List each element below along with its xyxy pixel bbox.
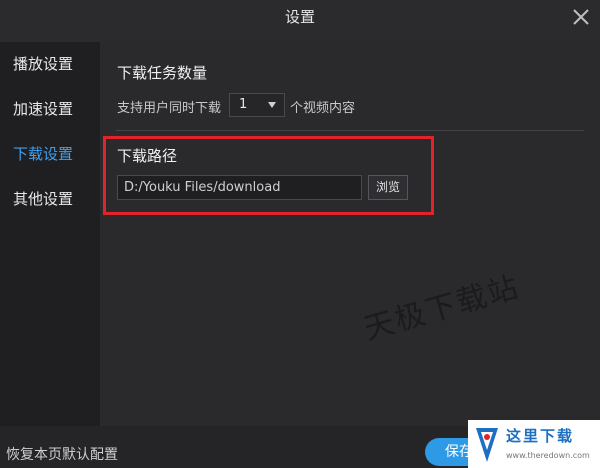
download-settings-panel: 下载任务数量 支持用户同时下载 1 个视频内容 下载路径 D:/Youku Fi… [100, 42, 600, 426]
download-tasks-prefix: 支持用户同时下载 [117, 101, 222, 116]
section-divider [116, 130, 584, 131]
sidebar-item-other[interactable]: 其他设置 [13, 188, 73, 209]
restore-defaults-link[interactable]: 恢复本页默认配置 [6, 444, 118, 464]
window-title: 设置 [284, 8, 315, 26]
chevron-down-icon [268, 102, 276, 108]
site-badge-url: www.theredown.com [506, 451, 590, 460]
site-badge: 这里下载 www.theredown.com [468, 420, 600, 468]
settings-sidebar: 播放设置 加速设置 下载设置 其他设置 [0, 42, 100, 426]
download-tasks-suffix: 个视频内容 [290, 101, 356, 116]
sidebar-item-acceleration[interactable]: 加速设置 [13, 98, 73, 119]
download-path-title: 下载路径 [117, 147, 178, 165]
site-logo-icon [476, 428, 498, 462]
close-button[interactable] [568, 4, 594, 30]
download-tasks-title: 下载任务数量 [117, 64, 208, 82]
sidebar-item-download[interactable]: 下载设置 [13, 143, 73, 164]
site-badge-text: 这里下载 [506, 427, 575, 445]
watermark-text: 天极下载站 [360, 269, 524, 348]
close-icon [573, 9, 589, 25]
download-path-input[interactable]: D:/Youku Files/download [117, 175, 362, 200]
browse-button[interactable]: 浏览 [368, 175, 408, 200]
task-count-value: 1 [239, 97, 248, 112]
title-bar: 设置 [0, 0, 600, 42]
task-count-select[interactable]: 1 [229, 93, 285, 117]
sidebar-item-playback[interactable]: 播放设置 [13, 53, 73, 74]
